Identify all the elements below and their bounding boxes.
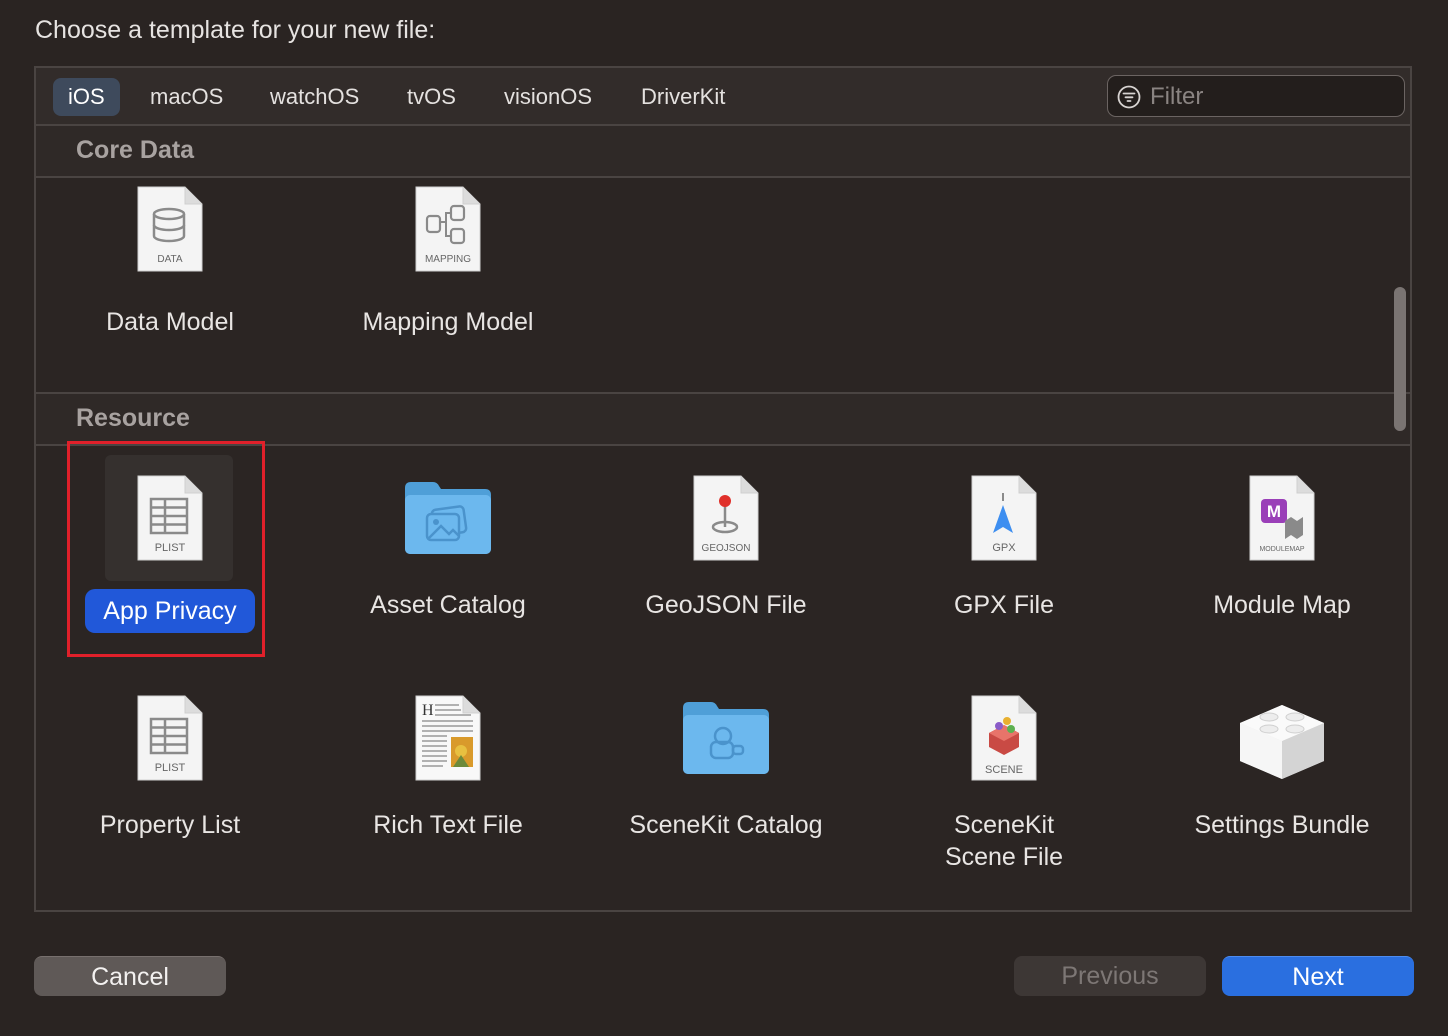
mapping-model-icon: MAPPING — [415, 186, 481, 272]
tab-tvos[interactable]: tvOS — [392, 78, 471, 116]
scenekit-folder-icon — [683, 702, 769, 774]
section-header-core-data: Core Data — [36, 126, 1410, 178]
next-button[interactable]: Next — [1222, 956, 1414, 996]
section-title: Core Data — [76, 136, 195, 164]
template-label: Module Map — [1213, 591, 1351, 619]
svg-text:GEOJSON: GEOJSON — [702, 543, 751, 554]
previous-button[interactable]: Previous — [1014, 956, 1206, 996]
svg-text:H: H — [422, 702, 434, 719]
svg-text:PLIST: PLIST — [155, 762, 186, 774]
plist-icon: PLIST — [137, 695, 203, 781]
tab-visionos[interactable]: visionOS — [489, 78, 607, 116]
template-label-line2: Scene File — [944, 843, 1064, 871]
svg-text:GPX: GPX — [992, 542, 1016, 554]
filter-field[interactable] — [1107, 75, 1405, 117]
svg-text:DATA: DATA — [157, 254, 183, 265]
section-title: Resource — [76, 404, 190, 432]
svg-text:MAPPING: MAPPING — [425, 254, 471, 265]
gpx-icon: GPX — [971, 475, 1037, 561]
rich-text-icon: H — [415, 695, 481, 781]
template-label: Property List — [99, 811, 241, 839]
svg-text:MODULEMAP: MODULEMAP — [1259, 546, 1304, 553]
template-label: SceneKit — [953, 811, 1055, 839]
modulemap-icon: M MODULEMAP — [1249, 475, 1315, 561]
highlight-box — [67, 441, 265, 657]
filter-icon — [1117, 85, 1141, 109]
template-label: SceneKit Catalog — [629, 811, 823, 839]
template-label: Mapping Model — [362, 308, 534, 336]
template-label: Rich Text File — [373, 811, 523, 839]
tab-macos[interactable]: macOS — [135, 78, 238, 116]
section-header-resource: Resource — [36, 394, 1410, 446]
svg-text:SCENE: SCENE — [985, 764, 1023, 776]
vertical-scrollbar[interactable] — [1394, 287, 1406, 431]
geojson-icon: GEOJSON — [693, 475, 759, 561]
svg-text:M: M — [1267, 502, 1281, 521]
data-model-icon: DATA — [137, 186, 203, 272]
cancel-button[interactable]: Cancel — [34, 956, 226, 996]
template-label: Asset Catalog — [370, 591, 526, 619]
template-label: GPX File — [953, 591, 1055, 619]
template-label: Settings Bundle — [1194, 811, 1370, 839]
scene-file-icon: SCENE — [971, 695, 1037, 781]
platform-tab-bar: iOS macOS watchOS tvOS visionOS DriverKi… — [36, 68, 1410, 126]
filter-input[interactable] — [1148, 80, 1397, 114]
template-label: GeoJSON File — [645, 591, 807, 619]
tab-ios[interactable]: iOS — [53, 78, 120, 116]
tab-driverkit[interactable]: DriverKit — [626, 78, 740, 116]
tab-watchos[interactable]: watchOS — [255, 78, 374, 116]
dialog-title: Choose a template for your new file: — [35, 16, 436, 44]
asset-folder-icon — [405, 482, 491, 554]
template-label: Data Model — [106, 308, 234, 336]
lego-brick-icon — [1240, 705, 1324, 779]
